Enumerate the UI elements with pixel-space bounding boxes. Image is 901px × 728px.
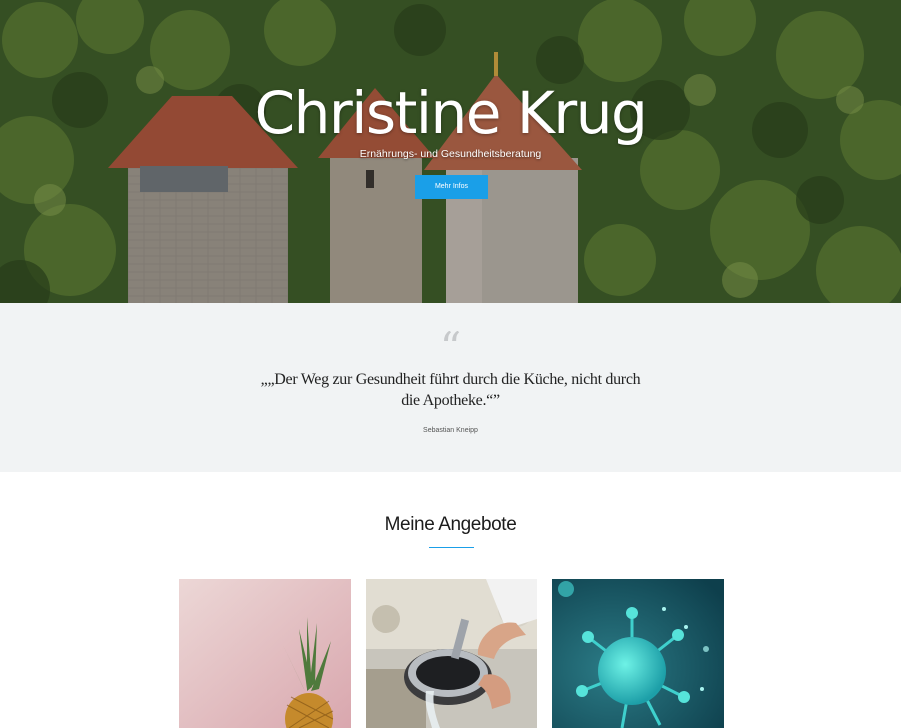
hero-title: Christine Krug xyxy=(254,79,648,147)
quote-icon: “ xyxy=(439,331,462,357)
offers-heading: Meine Angebote xyxy=(384,514,517,535)
offer-card-water[interactable] xyxy=(366,579,537,728)
offer-card-nutrition[interactable] xyxy=(179,579,351,728)
hero-subtitle: Ernährungs- und Gesundheitsberatung xyxy=(359,148,542,160)
pineapple-image xyxy=(179,579,351,728)
quote-text: „„Der Weg zur Gesundheit führt durch die… xyxy=(260,371,641,409)
heading-underline xyxy=(429,547,474,548)
virus-image xyxy=(552,579,724,728)
hero-section: Christine Krug Ernährungs- und Gesundhei… xyxy=(0,0,901,303)
pouring-water-image xyxy=(366,579,537,728)
more-info-button[interactable]: Mehr Infos xyxy=(415,175,488,199)
quote-section: “ „„Der Weg zur Gesundheit führt durch d… xyxy=(0,303,901,472)
quote-author: Sebastian Kneipp xyxy=(423,427,478,434)
offer-card-immune[interactable] xyxy=(552,579,724,728)
